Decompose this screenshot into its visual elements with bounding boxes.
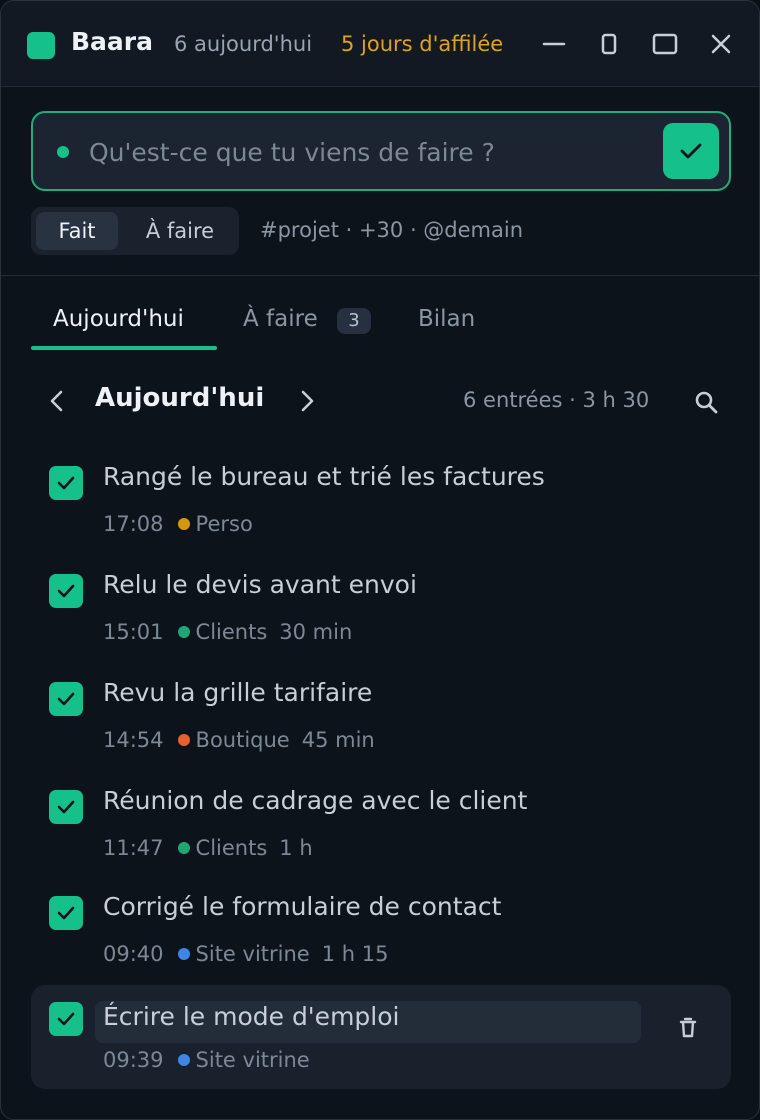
checkmark-icon xyxy=(57,476,75,490)
entry-text: Relu le devis avant envoi xyxy=(103,570,417,599)
chevron-right-icon xyxy=(301,390,314,412)
entry-row[interactable]: Rangé le bureau et trié les factures 17:0… xyxy=(31,449,731,553)
entry-tag: Clients xyxy=(195,620,268,644)
app-name: Baara xyxy=(71,27,153,56)
entry-tag: Site vitrine xyxy=(195,942,310,966)
entry-time: 09:40 xyxy=(103,942,164,966)
entry-meta: 09:40 Site vitrine 1 h 15 xyxy=(103,942,388,966)
entry-text: Revu la grille tarifaire xyxy=(103,678,373,707)
entry-text: Corrigé le formulaire de contact xyxy=(103,892,502,921)
chevron-left-icon xyxy=(50,390,63,412)
mode-option-todo[interactable]: À faire xyxy=(127,212,233,250)
tab-bilan[interactable]: Bilan xyxy=(418,306,475,332)
entry-text: Rangé le bureau et trié les factures xyxy=(103,462,545,491)
checkmark-icon xyxy=(57,800,75,814)
title-bar: Baara 6 aujourd'hui 5 jours d'affilée xyxy=(1,1,759,87)
entry-duration: 1 h 15 xyxy=(321,942,389,966)
app-window: Baara 6 aujourd'hui 5 jours d'affilée Fa… xyxy=(0,0,760,1120)
day-title: Aujourd'hui xyxy=(95,383,265,413)
entry-row-selected[interactable]: Écrire le mode d'emploi 09:39 Site vitrine xyxy=(31,985,731,1089)
close-button[interactable] xyxy=(704,27,738,61)
close-icon xyxy=(711,34,731,54)
entry-time: 15:01 xyxy=(103,620,164,644)
active-tab-indicator xyxy=(31,346,217,350)
entry-composer xyxy=(31,111,731,191)
search-button[interactable] xyxy=(692,388,720,416)
today-count: 6 aujourd'hui xyxy=(174,32,313,56)
entry-row[interactable]: Relu le devis avant envoi 15:01 Clients 30 … xyxy=(31,557,731,661)
maximize-icon xyxy=(652,33,678,55)
entry-text: Écrire le mode d'emploi xyxy=(103,1002,400,1031)
entry-tag: Boutique xyxy=(195,728,290,752)
tab-todo[interactable]: À faire xyxy=(243,306,318,332)
entry-tag: Perso xyxy=(195,512,253,536)
entry-checkbox[interactable] xyxy=(49,1002,83,1036)
activity-input[interactable] xyxy=(87,113,651,191)
tag-color-dot xyxy=(177,518,190,530)
previous-day-button[interactable] xyxy=(43,387,71,415)
maximize-button[interactable] xyxy=(648,27,682,61)
streak-label: 5 jours d'affilée xyxy=(341,32,504,56)
mode-option-done[interactable]: Fait xyxy=(36,212,118,250)
next-day-button[interactable] xyxy=(293,387,321,415)
entry-meta: 09:39 Site vitrine xyxy=(103,1048,310,1072)
checkmark-icon xyxy=(680,143,702,159)
composer-status-dot xyxy=(57,146,69,158)
checkmark-icon xyxy=(57,1012,75,1026)
tag-color-dot xyxy=(177,1054,190,1066)
checkmark-icon xyxy=(57,692,75,706)
compact-button[interactable] xyxy=(592,27,626,61)
tag-color-dot xyxy=(177,734,190,746)
entry-meta: 14:54 Boutique 45 min xyxy=(103,728,375,752)
entry-time: 09:39 xyxy=(103,1048,164,1072)
search-icon xyxy=(695,391,718,414)
minimize-icon xyxy=(542,42,566,46)
checkmark-icon xyxy=(57,584,75,598)
minimize-button[interactable] xyxy=(537,27,571,61)
entry-duration: 45 min xyxy=(301,728,375,752)
entry-checkbox[interactable] xyxy=(49,682,83,716)
entry-checkbox[interactable] xyxy=(49,896,83,930)
entry-row[interactable]: Réunion de cadrage avec le client 11:47 Cl… xyxy=(31,773,731,877)
divider xyxy=(1,275,759,276)
checkmark-icon xyxy=(57,906,75,920)
entry-checkbox[interactable] xyxy=(49,790,83,824)
trash-icon xyxy=(679,1017,697,1038)
entry-row[interactable]: Revu la grille tarifaire 14:54 Boutique 45 … xyxy=(31,665,731,769)
syntax-hint: #projet · +30 · @demain xyxy=(260,218,524,242)
entry-tag: Site vitrine xyxy=(195,1048,310,1072)
tag-color-dot xyxy=(177,948,190,960)
entry-checkbox[interactable] xyxy=(49,574,83,608)
entry-meta: 15:01 Clients 30 min xyxy=(103,620,352,644)
entry-text: Réunion de cadrage avec le client xyxy=(103,786,528,815)
entry-meta: 17:08 Perso xyxy=(103,512,253,536)
entry-tag: Clients xyxy=(195,836,268,860)
entry-time: 14:54 xyxy=(103,728,164,752)
submit-entry-button[interactable] xyxy=(663,123,719,179)
tag-color-dot xyxy=(177,842,190,854)
todo-count-badge: 3 xyxy=(337,308,371,334)
entry-time: 11:47 xyxy=(103,836,164,860)
entry-meta: 11:47 Clients 1 h xyxy=(103,836,313,860)
compact-icon xyxy=(601,33,617,55)
app-logo xyxy=(27,32,55,59)
tag-color-dot xyxy=(177,626,190,638)
entry-duration: 1 h xyxy=(279,836,313,860)
mode-toggle: Fait À faire xyxy=(31,207,239,255)
entry-checkbox[interactable] xyxy=(49,466,83,500)
entry-row[interactable]: Corrigé le formulaire de contact 09:40 Sit… xyxy=(31,879,731,983)
entry-time: 17:08 xyxy=(103,512,164,536)
tab-today[interactable]: Aujourd'hui xyxy=(53,306,184,332)
delete-entry-button[interactable] xyxy=(673,1013,703,1043)
entry-duration: 30 min xyxy=(279,620,353,644)
day-summary: 6 entrées · 3 h 30 xyxy=(463,388,650,412)
